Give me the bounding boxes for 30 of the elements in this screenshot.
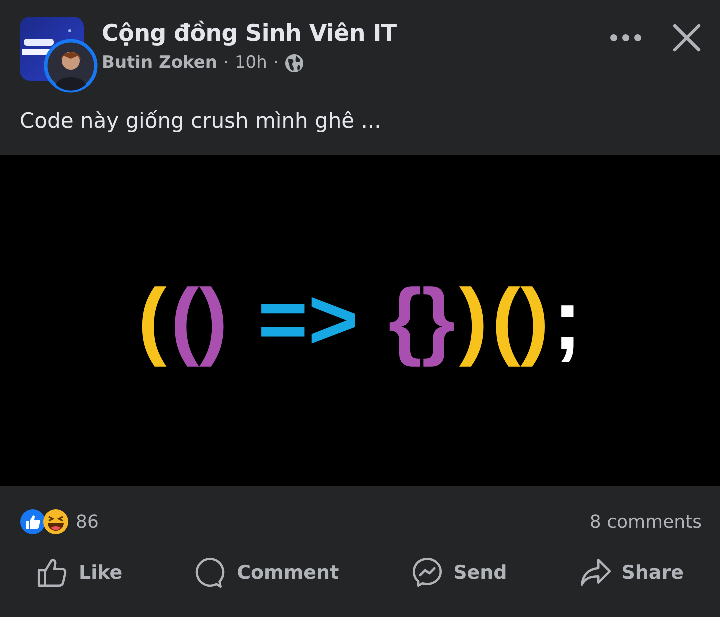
user-avatar (44, 39, 98, 93)
like-button[interactable]: Like (36, 556, 123, 589)
thumbs-up-icon (36, 556, 69, 589)
send-button[interactable]: Send (410, 556, 508, 589)
post-caption: Code này giống crush mình ghê ... (19, 108, 382, 135)
globe-icon (284, 54, 304, 72)
close-icon[interactable] (672, 23, 702, 53)
like-reaction-icon (20, 509, 46, 535)
code-symbol: ( (137, 270, 168, 370)
code-symbol: () (170, 270, 229, 370)
messenger-icon (410, 556, 444, 589)
share-icon (578, 556, 612, 589)
separator: · (224, 53, 229, 73)
code-symbol: {} (387, 270, 456, 370)
comment-button[interactable]: Comment (194, 556, 340, 589)
separator: · (273, 53, 279, 73)
code-symbol: ; (552, 270, 583, 370)
code-symbol: ) (458, 270, 490, 370)
post-time[interactable]: 10h (234, 53, 268, 73)
post-image[interactable]: (() => {})(); (0, 155, 720, 486)
comment-count[interactable]: 8 comments (590, 512, 702, 532)
group-name[interactable]: Cộng đồng Sinh Viên IT (102, 17, 610, 47)
more-options-icon[interactable] (610, 34, 642, 42)
code-symbol: () (491, 270, 550, 370)
laugh-reaction-icon (43, 509, 69, 535)
code-symbol: => (256, 270, 360, 370)
author-name[interactable]: Butin Zoken (102, 53, 218, 73)
reaction-count[interactable]: 86 (76, 512, 99, 532)
comment-icon (194, 556, 228, 589)
share-button[interactable]: Share (578, 556, 684, 589)
